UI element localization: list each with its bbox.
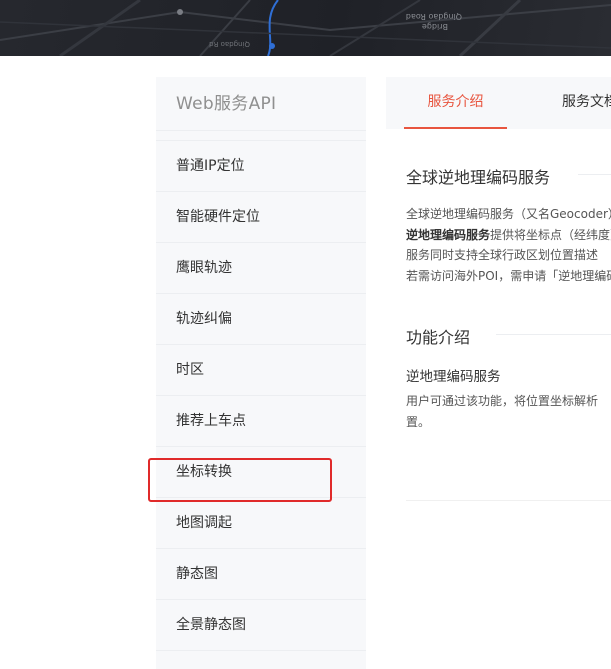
sidebar-item-hardware-location[interactable]: 智能硬件定位 [156, 192, 366, 243]
map-label: Qingdao Road [406, 12, 462, 21]
feature-text-line: 置。 [406, 414, 431, 429]
tab-service-docs[interactable]: 服务文档 [562, 77, 611, 129]
bold-term: 逆地理编码服务 [406, 227, 491, 242]
content-divider [406, 500, 611, 501]
section1-text-line: 若需访问海外POI，需申请「逆地理编码 [406, 268, 611, 283]
map-banner: Qingdao Road Bridge Qingdao Rd [0, 0, 611, 56]
section1-text-line: 服务同时支持全球行政区划位置描述 [406, 248, 599, 262]
sidebar-item-static-map[interactable]: 静态图 [156, 549, 366, 600]
map-label: Qingdao Rd [209, 40, 250, 48]
tab-service-intro[interactable]: 服务介绍 [404, 77, 507, 129]
sidebar-item-pickup-point[interactable]: 推荐上车点 [156, 396, 366, 447]
sidebar-spacer [156, 131, 366, 141]
sidebar-item-ip-location[interactable]: 普通IP定位 [156, 141, 366, 192]
main-content: 全球逆地理编码服务 全球逆地理编码服务（又名Geocoder） 逆地理编码服务提… [406, 150, 611, 669]
sidebar-item-eagle-eye-track[interactable]: 鹰眼轨迹 [156, 243, 366, 294]
sidebar: Web服务API 普通IP定位 智能硬件定位 鹰眼轨迹 轨迹纠偏 时区 推荐上车… [156, 77, 366, 669]
sidebar-item-map-invoke[interactable]: 地图调起 [156, 498, 366, 549]
feature-text-line: 用户可通过该功能，将位置坐标解析 [406, 394, 599, 408]
map-label: Bridge [422, 22, 448, 31]
tab-bar: 服务介绍 服务文档 [386, 77, 611, 129]
sidebar-item-panorama-static[interactable]: 全景静态图 [156, 600, 366, 651]
section-title-rule [578, 174, 611, 175]
section-title-features: 功能介绍 [406, 328, 471, 347]
sidebar-item-timezone[interactable]: 时区 [156, 345, 366, 396]
sidebar-item-coordinate-conversion[interactable]: 坐标转换 [156, 447, 366, 498]
section1-text-line: 全球逆地理编码服务（又名Geocoder） [406, 207, 611, 221]
section-title-rule [496, 334, 611, 335]
section-title-global-geocoder: 全球逆地理编码服务 [406, 168, 551, 187]
sidebar-title: Web服务API [156, 77, 366, 131]
sidebar-item-track-correction[interactable]: 轨迹纠偏 [156, 294, 366, 345]
map-background-graphic: Qingdao Road Bridge Qingdao Rd [0, 0, 611, 56]
section1-text-rest: 提供将坐标点（经纬度） [490, 227, 611, 242]
section1-text-line: 逆地理编码服务提供将坐标点（经纬度） [406, 225, 611, 246]
feature-title: 逆地理编码服务 [406, 369, 501, 385]
